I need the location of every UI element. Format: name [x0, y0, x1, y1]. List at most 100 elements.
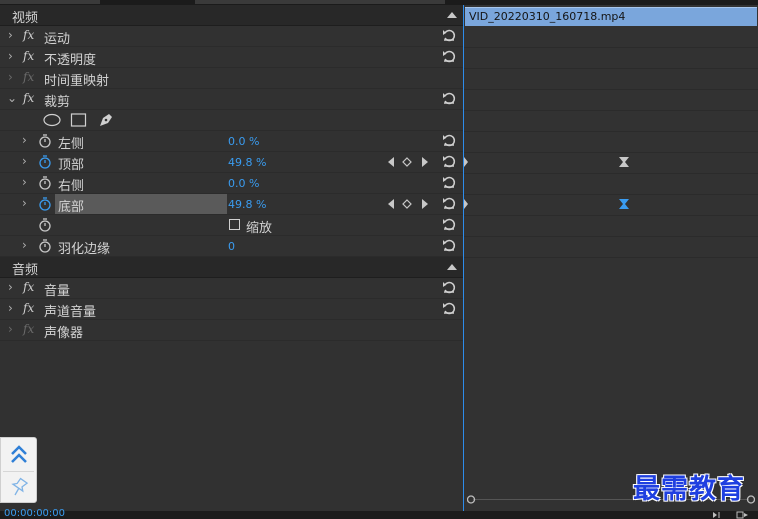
reset-icon[interactable] — [441, 27, 457, 43]
collapse-arrow-icon[interactable] — [447, 264, 457, 270]
zoom-checkbox[interactable] — [229, 219, 240, 230]
effect-row-opacity[interactable]: › fx 不透明度 — [0, 47, 463, 68]
chevron-right-icon[interactable]: › — [22, 154, 27, 168]
keyframe-marker[interactable] — [619, 157, 629, 167]
effect-controls-panel: 视频 › fx 运动 › fx 不透明度 › fx 时间重映射 ⌄ fx 裁剪 … — [0, 5, 463, 511]
stopwatch-active-icon[interactable] — [38, 154, 52, 170]
effect-row-volume[interactable]: › fx 音量 — [0, 278, 463, 299]
stopwatch-icon[interactable] — [38, 238, 52, 254]
reset-icon[interactable] — [441, 279, 457, 295]
fx-icon[interactable]: fx — [23, 70, 34, 84]
keyframe-navigator[interactable] — [387, 198, 431, 210]
ellipse-mask-icon[interactable] — [42, 113, 62, 127]
reset-icon[interactable] — [441, 216, 457, 232]
keyframe-marker[interactable] — [464, 157, 474, 167]
mask-tools-row — [0, 110, 463, 131]
chevron-right-icon[interactable]: › — [22, 196, 27, 210]
keyframe-marker-selected[interactable] — [619, 199, 629, 209]
reset-icon[interactable] — [441, 300, 457, 316]
fx-icon[interactable]: fx — [23, 280, 34, 294]
timeline-row-divider — [463, 194, 758, 195]
effect-row-motion[interactable]: › fx 运动 — [0, 26, 463, 47]
video-section-title: 视频 — [12, 11, 39, 26]
chevron-right-icon[interactable]: › — [22, 175, 27, 189]
fx-icon[interactable]: fx — [23, 28, 34, 42]
effect-label: 时间重映射 — [44, 74, 110, 89]
effect-row-crop[interactable]: ⌄ fx 裁剪 — [0, 89, 463, 110]
chevron-right-icon[interactable]: › — [8, 49, 13, 63]
timeline-row-divider — [463, 131, 758, 132]
chevron-right-icon[interactable]: › — [8, 301, 13, 315]
tab-2[interactable] — [195, 0, 445, 4]
rectangle-mask-icon[interactable] — [70, 113, 88, 127]
watermark-text: 最需教育 — [633, 474, 745, 505]
effect-row-time-remap[interactable]: › fx 时间重映射 — [0, 68, 463, 89]
timeline-row-divider — [463, 110, 758, 111]
param-label: 顶部 — [58, 158, 85, 173]
fx-icon[interactable]: fx — [23, 91, 34, 105]
fx-icon[interactable]: fx — [23, 322, 34, 336]
effect-label: 声道音量 — [44, 305, 97, 320]
chevron-right-icon[interactable]: › — [8, 280, 13, 294]
reset-icon[interactable] — [441, 132, 457, 148]
video-section-header[interactable]: 视频 — [0, 5, 463, 26]
timeline-row-divider — [463, 47, 758, 48]
effect-label: 运动 — [44, 32, 71, 47]
param-value[interactable]: 0 — [228, 240, 235, 253]
param-value[interactable]: 0.0 % — [228, 135, 259, 148]
timeline-row-divider — [463, 68, 758, 69]
chevron-right-icon[interactable]: › — [8, 70, 13, 84]
stopwatch-icon[interactable] — [38, 217, 52, 233]
effect-label: 裁剪 — [44, 95, 71, 110]
timecode[interactable]: 00:00:00:00 — [4, 508, 65, 519]
timeline-row-divider — [463, 215, 758, 216]
chevron-right-icon[interactable]: › — [8, 28, 13, 42]
chevron-down-icon[interactable]: ⌄ — [7, 91, 17, 105]
chevron-right-icon[interactable]: › — [22, 238, 27, 252]
chevron-right-icon[interactable]: › — [8, 322, 13, 336]
effect-row-channel-volume[interactable]: › fx 声道音量 — [0, 299, 463, 320]
pen-mask-icon[interactable] — [97, 112, 115, 128]
param-row-zoom: 缩放 — [0, 215, 463, 236]
reset-icon[interactable] — [441, 153, 457, 169]
param-label: 羽化边缘 — [58, 242, 111, 257]
fx-icon[interactable]: fx — [23, 49, 34, 63]
param-row-top: › 顶部 49.8 % — [0, 152, 463, 173]
reset-icon[interactable] — [441, 48, 457, 64]
stopwatch-active-icon[interactable] — [38, 196, 52, 212]
divider — [3, 471, 34, 472]
param-value[interactable]: 49.8 % — [228, 156, 266, 169]
reset-icon[interactable] — [441, 90, 457, 106]
chevron-right-icon[interactable]: › — [22, 133, 27, 147]
reset-icon[interactable] — [441, 195, 457, 211]
clip-bar[interactable]: VID_20220310_160718.mp4 — [465, 7, 757, 26]
reset-icon[interactable] — [441, 174, 457, 190]
timeline-row-divider — [463, 236, 758, 237]
effect-label: 声像器 — [44, 326, 84, 341]
stopwatch-icon[interactable] — [38, 133, 52, 149]
bottom-status-bar: 00:00:00:00 — [0, 508, 758, 519]
keyframe-navigator[interactable] — [387, 156, 431, 168]
transport-icons[interactable] — [711, 511, 751, 519]
timeline-panel: VID_20220310_160718.mp4 — [463, 5, 758, 511]
keyframe-marker[interactable] — [464, 199, 474, 209]
param-row-bottom: › 底部 49.8 % — [0, 194, 463, 215]
double-chevron-up-icon[interactable] — [9, 444, 29, 466]
clip-name: VID_20220310_160718.mp4 — [469, 10, 626, 23]
effect-row-panner[interactable]: › fx 声像器 — [0, 320, 463, 341]
param-value[interactable]: 49.8 % — [228, 198, 266, 211]
reset-icon[interactable] — [441, 237, 457, 253]
stopwatch-icon[interactable] — [38, 175, 52, 191]
audio-section-header[interactable]: 音频 — [0, 257, 463, 278]
param-row-right: › 右侧 0.0 % — [0, 173, 463, 194]
collapse-arrow-icon[interactable] — [447, 12, 457, 18]
fx-icon[interactable]: fx — [23, 301, 34, 315]
param-row-left: › 左侧 0.0 % — [0, 131, 463, 152]
param-label: 底部 — [58, 200, 85, 215]
tab-1[interactable] — [0, 0, 100, 4]
playhead[interactable] — [463, 5, 464, 511]
timeline-row-divider — [463, 257, 758, 258]
pin-icon[interactable] — [10, 477, 28, 497]
param-label: 左侧 — [58, 137, 85, 152]
param-value[interactable]: 0.0 % — [228, 177, 259, 190]
